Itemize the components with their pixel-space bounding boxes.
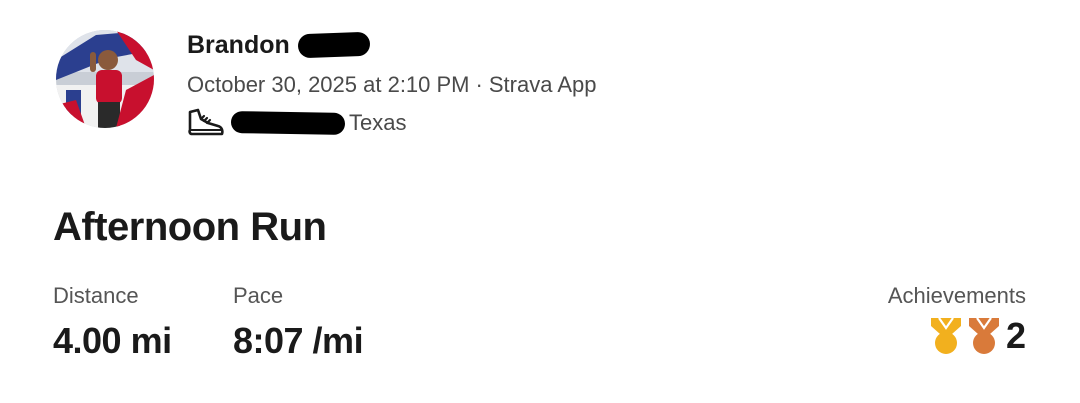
athlete-name[interactable]: Brandon [187, 28, 290, 62]
distance-value: 4.00 mi [53, 320, 172, 361]
gold-medal-icon [930, 317, 961, 354]
pace-label: Pace [233, 283, 284, 308]
bronze-medal-icon [968, 317, 999, 354]
meta-separator: · [475, 72, 483, 97]
activity-datetime: October 30, 2025 at 2:10 PM [187, 72, 470, 97]
activity-header: Brandon October 30, 2025 at 2:10 PM · St… [187, 28, 596, 140]
distance-label: Distance [53, 283, 139, 308]
running-shoe-icon [188, 108, 224, 136]
distance-stat: Distance 4.00 mi [53, 282, 172, 364]
redacted-city [230, 111, 346, 135]
pace-value: 8:07 /mi [233, 320, 364, 361]
athlete-avatar[interactable] [56, 30, 154, 128]
activity-source: Strava App [488, 72, 597, 97]
location-state: Texas [349, 110, 407, 135]
activity-location: Texas [187, 106, 596, 140]
activity-meta: October 30, 2025 at 2:10 PM · Strava App [187, 70, 596, 100]
pace-stat: Pace 8:07 /mi [233, 282, 364, 364]
achievements-row: 2 [888, 314, 1026, 358]
activity-title[interactable]: Afternoon Run [53, 202, 327, 252]
athlete-name-row: Brandon [187, 28, 596, 62]
achievements-count: 2 [1005, 315, 1026, 356]
redacted-surname [297, 31, 371, 59]
achievements-label: Achievements [887, 283, 1026, 308]
achievements-stat[interactable]: Achievements 2 [888, 282, 1026, 358]
avatar-photo [56, 30, 154, 128]
